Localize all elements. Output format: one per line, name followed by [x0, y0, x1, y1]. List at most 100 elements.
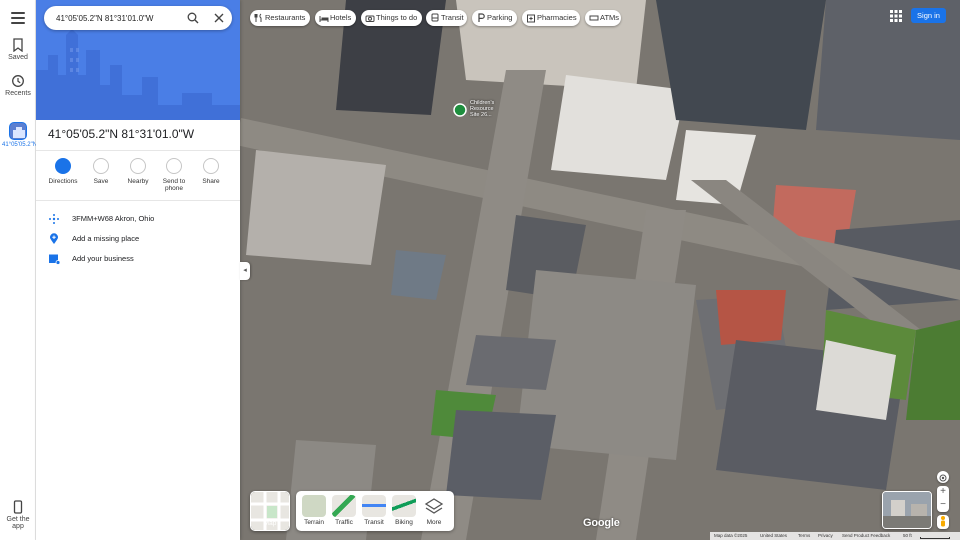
save-label: Save	[93, 178, 109, 185]
transit-thumbnail	[362, 495, 386, 517]
divider	[36, 200, 240, 201]
layer-traffic[interactable]: Traffic	[331, 495, 357, 526]
chip-transit[interactable]: Transit	[426, 10, 467, 26]
send-to-phone-button[interactable]: Send to phone	[157, 158, 191, 192]
history-icon	[12, 75, 24, 87]
my-location-button[interactable]	[937, 471, 949, 483]
sign-in-button[interactable]: Sign in	[911, 8, 946, 23]
atm-icon	[589, 15, 599, 21]
collapse-panel-button[interactable]: ◂	[240, 262, 250, 280]
hotel-icon	[319, 16, 329, 22]
terms-link[interactable]: Terms	[798, 532, 810, 540]
chip-label: Restaurants	[265, 13, 306, 22]
share-icon	[203, 158, 219, 174]
chip-things-to-do[interactable]: Things to do	[361, 10, 422, 26]
privacy-link[interactable]: Privacy	[818, 532, 833, 540]
pegman-button[interactable]	[937, 515, 949, 529]
my-location-icon	[939, 474, 947, 482]
layer-terrain[interactable]: Terrain	[301, 495, 327, 526]
scale-label: 50 ft	[903, 533, 912, 538]
place-panel: 41°05'05.2"N 81°31'01.0"W Directions Sav…	[36, 0, 240, 540]
layer-label: Traffic	[335, 519, 353, 526]
share-button[interactable]: Share	[194, 158, 228, 185]
plus-code-icon	[49, 214, 59, 224]
chip-label: Parking	[487, 13, 513, 22]
place-hero-image[interactable]	[36, 0, 240, 120]
send-to-phone-icon	[166, 158, 182, 174]
divider	[36, 150, 240, 151]
zoom-in-button[interactable]: +	[937, 486, 949, 499]
chip-label: Things to do	[376, 13, 418, 22]
map-footer: Map data ©2025 United States Terms Priva…	[710, 532, 960, 540]
chip-label: Pharmacies	[537, 13, 577, 22]
biking-thumbnail	[392, 495, 416, 517]
recent-place-thumbnail[interactable]	[9, 122, 27, 140]
parking-icon	[478, 13, 485, 22]
terrain-thumbnail	[302, 495, 326, 517]
search-box[interactable]	[44, 6, 232, 30]
pharmacy-icon	[527, 14, 535, 23]
traffic-thumbnail	[332, 495, 356, 517]
scale-bar	[920, 537, 950, 539]
add-business-text: Add your business	[72, 254, 134, 263]
layer-more[interactable]: More	[421, 495, 447, 526]
left-rail: Saved Recents 41°05'05.2"N Get the app	[0, 0, 37, 540]
map-layer-toggle[interactable]: Map	[250, 491, 290, 531]
chip-restaurants[interactable]: Restaurants	[250, 10, 310, 26]
menu-icon[interactable]	[11, 12, 25, 24]
chip-label: ATMs	[600, 13, 620, 22]
recent-place-label[interactable]: 41°05'05.2"N	[2, 142, 37, 149]
layer-biking[interactable]: Biking	[391, 495, 417, 526]
recents-button[interactable]: Recents	[0, 74, 36, 97]
search-icon[interactable]	[186, 11, 200, 25]
saved-label: Saved	[8, 54, 28, 61]
layer-transit[interactable]: Transit	[361, 495, 387, 526]
layer-label: Transit	[364, 519, 384, 526]
street-view-thumbnail[interactable]	[882, 491, 932, 529]
plus-code-row[interactable]: 3FMM+W68 Akron, Ohio	[48, 211, 233, 227]
search-input[interactable]	[54, 10, 174, 26]
zoom-out-button[interactable]: −	[937, 499, 949, 512]
chip-parking[interactable]: Parking	[472, 10, 517, 26]
apps-grid-icon[interactable]	[890, 10, 902, 22]
action-bar: Directions Save Nearby Send to phone Sha…	[46, 158, 234, 198]
nearby-label: Nearby	[127, 178, 149, 185]
nearby-button[interactable]: Nearby	[121, 158, 155, 185]
bookmark-icon	[93, 158, 109, 174]
send-to-phone-label: Send to phone	[162, 178, 186, 192]
share-label: Share	[202, 178, 220, 185]
feedback-link[interactable]: Send Product Feedback	[842, 532, 890, 540]
poi-label-line: Site 26...	[470, 112, 492, 118]
map-poi-label[interactable]: Children's Resource Site 26...	[470, 100, 494, 118]
bookmark-icon	[13, 38, 23, 52]
saved-button[interactable]: Saved	[0, 38, 36, 61]
chip-hotels[interactable]: Hotels	[315, 10, 356, 26]
map-data-text: Map data ©2025	[714, 533, 748, 538]
add-business-icon	[49, 254, 60, 265]
country-link[interactable]: United States	[760, 532, 787, 540]
add-missing-place-text: Add a missing place	[72, 234, 140, 243]
plus-code-text: 3FMM+W68 Akron, Ohio	[72, 214, 155, 223]
layer-label: Biking	[395, 519, 413, 526]
recents-label: Recents	[5, 90, 31, 97]
chip-label: Hotels	[330, 13, 352, 22]
layer-label: Terrain	[304, 519, 324, 526]
add-location-icon	[50, 233, 58, 244]
map-layer-label: Map	[263, 520, 277, 527]
directions-label: Directions	[48, 178, 78, 185]
chip-atms[interactable]: ATMs	[585, 10, 621, 26]
add-business-row[interactable]: Add your business	[48, 251, 233, 267]
place-title: 41°05'05.2"N 81°31'01.0"W	[48, 127, 195, 141]
chip-pharmacies[interactable]: Pharmacies	[522, 10, 580, 26]
close-icon[interactable]	[212, 11, 226, 25]
save-button[interactable]: Save	[84, 158, 118, 185]
directions-button[interactable]: Directions	[46, 158, 80, 185]
add-missing-place-row[interactable]: Add a missing place	[48, 231, 233, 247]
transit-icon	[431, 13, 439, 22]
zoom-control: + −	[937, 486, 949, 512]
directions-icon	[55, 158, 71, 174]
layer-label: More	[426, 519, 442, 526]
chevron-left-icon: ◂	[243, 267, 247, 274]
pegman-icon	[941, 516, 945, 527]
get-app-button[interactable]: Get the app	[0, 500, 36, 530]
